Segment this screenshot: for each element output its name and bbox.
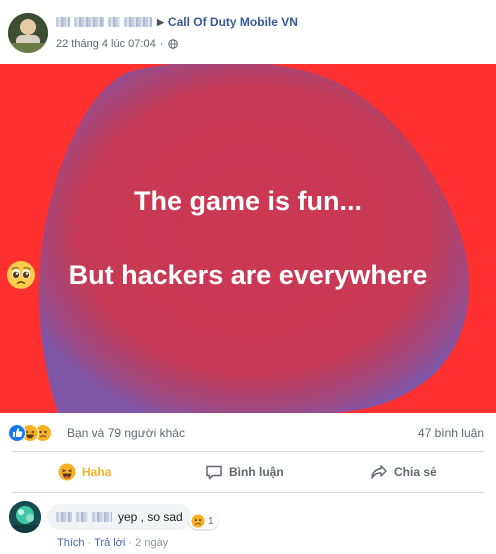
post-timestamp[interactable]: 22 tháng 4 lúc 07:04 — [56, 38, 156, 50]
comments-count-text[interactable]: 47 bình luận — [418, 426, 484, 440]
group-name-link[interactable]: Call Of Duty Mobile VN — [168, 15, 298, 29]
comment-label: Bình luận — [229, 465, 284, 479]
post-text-line-2: But hackers are everywhere — [0, 260, 496, 291]
blurred-commenter-name[interactable] — [56, 512, 72, 522]
comment-dot-2: · — [128, 537, 133, 549]
comment-reply-link[interactable]: Trả lời — [94, 537, 125, 549]
blurred-author-name-2[interactable] — [74, 17, 104, 27]
haha-label: Haha — [82, 465, 112, 479]
post-meta: 22 tháng 4 lúc 07:04 · — [56, 38, 179, 50]
post-text-line-1: The game is fun... — [133, 186, 363, 216]
blurred-author-name-4[interactable] — [124, 17, 152, 27]
blurred-author-name-3[interactable] — [108, 17, 120, 27]
post-text-line-2-label: But hackers are everywhere — [68, 260, 428, 290]
comment-button[interactable]: Bình luận — [205, 456, 284, 488]
pleading-face-icon — [7, 261, 35, 289]
post-actions: Haha Bình luận Chia sẻ — [0, 451, 496, 492]
share-icon — [371, 465, 387, 479]
reaction-icons[interactable] — [8, 424, 64, 442]
blob-shape — [38, 64, 470, 413]
like-icon — [8, 424, 26, 442]
haha-icon — [58, 463, 76, 481]
blurred-author-name[interactable] — [56, 17, 70, 27]
author-avatar[interactable] — [8, 13, 48, 53]
author-line: ▶ Call Of Duty Mobile VN — [56, 15, 298, 29]
comment-actions: Thích · Trả lời · 2 ngày — [57, 537, 168, 549]
reactions-count-text[interactable]: Bạn và 79 người khác — [67, 426, 185, 440]
sad-icon — [191, 514, 205, 528]
share-label: Chia sẻ — [394, 465, 437, 479]
comment-reaction-badge[interactable]: 1 — [189, 513, 218, 529]
blurred-commenter-name-2[interactable] — [76, 512, 88, 522]
globe-icon[interactable] — [168, 39, 179, 49]
comment-bubble: yep , so sad — [47, 504, 192, 530]
meta-dot: · — [159, 38, 164, 50]
comment-icon — [206, 465, 222, 480]
commenter-avatar[interactable] — [9, 501, 41, 533]
share-button[interactable]: Chia sẻ — [370, 456, 437, 488]
comment-reaction-count: 1 — [208, 515, 214, 527]
haha-reaction-button[interactable]: Haha — [58, 456, 111, 488]
post-header: ▶ Call Of Duty Mobile VN 22 tháng 4 lúc … — [0, 0, 496, 64]
post-background-banner: The game is fun... But hackers are every… — [0, 64, 496, 413]
arrow-right-icon: ▶ — [157, 16, 164, 27]
comment-dot-1: · — [87, 537, 92, 549]
blurred-commenter-name-3[interactable] — [92, 512, 112, 522]
comment-item: yep , so sad 1 Thích · Trả lời · 2 ngày — [0, 493, 496, 554]
comment-like-link[interactable]: Thích — [57, 537, 85, 549]
reaction-summary: Bạn và 79 người khác 47 bình luận — [0, 413, 496, 450]
comment-text: yep , so sad — [118, 510, 183, 524]
comment-time[interactable]: 2 ngày — [135, 537, 168, 549]
